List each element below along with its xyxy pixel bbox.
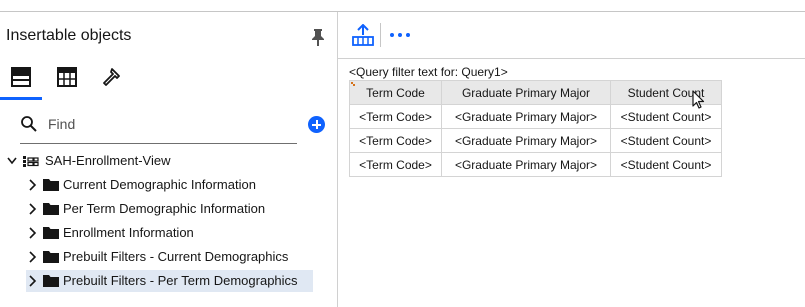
- panel-title: Insertable objects: [6, 27, 132, 44]
- insertable-objects-panel: Insertable objects Find SAH-Enrollment-V…: [0, 12, 338, 307]
- table-row: <Term Code> <Graduate Primary Major> <St…: [349, 128, 722, 153]
- chevron-right-icon[interactable]: [26, 246, 38, 268]
- upload-icon[interactable]: [352, 24, 374, 46]
- report-list[interactable]: Term Code Graduate Primary Major Student…: [349, 80, 722, 177]
- table-cell[interactable]: <Graduate Primary Major>: [441, 128, 611, 153]
- panel-tabs: [0, 62, 337, 100]
- tab-custom-objects[interactable]: [92, 62, 134, 100]
- view-icon: [23, 156, 39, 167]
- table-cell[interactable]: <Graduate Primary Major>: [441, 152, 611, 177]
- folder-icon: [43, 179, 59, 191]
- tab-toolbox[interactable]: [46, 62, 88, 100]
- folder-icon: [43, 251, 59, 263]
- tab-data-source[interactable]: [0, 62, 42, 100]
- tree-item-current-demographic[interactable]: Current Demographic Information: [26, 174, 316, 196]
- tree-item-per-term-demographic[interactable]: Per Term Demographic Information: [26, 198, 316, 220]
- chevron-right-icon[interactable]: [26, 174, 38, 196]
- tree-root[interactable]: SAH-Enrollment-View: [6, 150, 326, 172]
- pin-icon[interactable]: [311, 28, 325, 46]
- hammer-icon: [103, 68, 120, 86]
- tree-item-label: Per Term Demographic Information: [63, 201, 266, 216]
- column-header[interactable]: Graduate Primary Major: [441, 80, 611, 105]
- add-icon[interactable]: [308, 116, 325, 133]
- tree-item-label: Enrollment Information: [63, 225, 194, 240]
- data-source-icon: [11, 67, 31, 87]
- table-header-row: Term Code Graduate Primary Major Student…: [349, 80, 722, 105]
- table-cell[interactable]: <Term Code>: [349, 128, 442, 153]
- table-cell[interactable]: <Term Code>: [349, 104, 442, 129]
- chevron-right-icon[interactable]: [26, 270, 38, 292]
- tree-item-label: Current Demographic Information: [63, 177, 256, 192]
- tree-item-label: Prebuilt Filters - Current Demographics: [63, 249, 289, 264]
- table-cell[interactable]: <Term Code>: [349, 152, 442, 177]
- tree-item-enrollment-information[interactable]: Enrollment Information: [26, 222, 316, 244]
- chevron-down-icon[interactable]: [6, 150, 18, 172]
- more-options-icon[interactable]: [388, 31, 414, 41]
- folder-icon: [43, 227, 59, 239]
- tree-root-label: SAH-Enrollment-View: [45, 153, 171, 168]
- tree-item-prebuilt-per-term[interactable]: Prebuilt Filters - Per Term Demographics: [26, 270, 313, 292]
- tree-item-label: Prebuilt Filters - Per Term Demographics: [63, 273, 298, 288]
- folder-icon: [43, 275, 59, 287]
- table-row: <Term Code> <Graduate Primary Major> <St…: [349, 104, 722, 129]
- selection-handle-icon: [351, 82, 355, 86]
- table-cell[interactable]: <Student Count>: [610, 128, 722, 153]
- search-icon: [21, 116, 37, 132]
- table-cell[interactable]: <Student Count>: [610, 152, 722, 177]
- chevron-right-icon[interactable]: [26, 198, 38, 220]
- toolbar-separator: [380, 23, 381, 47]
- folder-icon: [43, 203, 59, 215]
- table-row: <Term Code> <Graduate Primary Major> <St…: [349, 152, 722, 177]
- column-header[interactable]: Term Code: [349, 80, 442, 105]
- chevron-right-icon[interactable]: [26, 222, 38, 244]
- report-toolbar: [338, 12, 805, 59]
- mouse-cursor-icon: [692, 90, 705, 109]
- top-border: [0, 0, 805, 12]
- search-box: [20, 111, 297, 144]
- query-filter-text: <Query filter text for: Query1>: [349, 65, 508, 79]
- table-cell[interactable]: <Graduate Primary Major>: [441, 104, 611, 129]
- toolbox-icon: [57, 67, 77, 87]
- search-input[interactable]: [46, 113, 290, 135]
- tree-item-prebuilt-current[interactable]: Prebuilt Filters - Current Demographics: [26, 246, 316, 268]
